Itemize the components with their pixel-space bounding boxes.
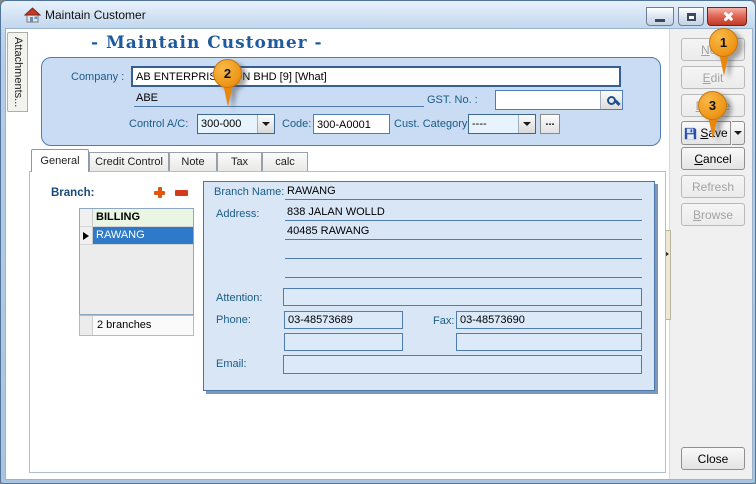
attention-label: Attention: bbox=[216, 292, 262, 304]
control-ac-dropdown-button[interactable] bbox=[257, 115, 274, 133]
save-icon bbox=[684, 127, 697, 140]
fax-input[interactable]: 03-48573690 bbox=[456, 311, 642, 329]
address-label: Address: bbox=[216, 208, 259, 220]
short-code-input[interactable]: ABE bbox=[134, 91, 424, 107]
phone-input[interactable]: 03-48573689 bbox=[284, 311, 403, 329]
cust-category-dropdown-button[interactable] bbox=[518, 115, 535, 133]
chevron-down-icon bbox=[262, 122, 270, 126]
company-input[interactable]: AB ENTERPRISE SDN BHD [9] [What] bbox=[131, 66, 621, 87]
minimize-button[interactable] bbox=[646, 7, 674, 26]
fax-label: Fax: bbox=[433, 315, 454, 327]
row-gutter bbox=[80, 209, 93, 226]
code-input[interactable]: 300-A0001 bbox=[313, 114, 390, 134]
address-line-3-input[interactable] bbox=[285, 243, 642, 259]
current-row-icon bbox=[83, 232, 89, 240]
cust-category-combo[interactable]: ---- bbox=[468, 114, 536, 134]
browse-button[interactable]: Browse bbox=[681, 203, 745, 226]
save-options-button[interactable] bbox=[732, 121, 745, 145]
phone-label: Phone: bbox=[216, 314, 251, 326]
marker-number: 3 bbox=[698, 91, 727, 120]
window-title: Maintain Customer bbox=[45, 8, 146, 22]
app-icon bbox=[24, 7, 41, 23]
branch-count: 2 branches bbox=[93, 316, 193, 335]
cust-category-label: Cust. Category: bbox=[394, 118, 470, 130]
maintain-customer-window: Maintain Customer Attachments... - Maint… bbox=[0, 0, 756, 484]
control-ac-label: Control A/C: bbox=[129, 118, 188, 130]
minus-icon bbox=[175, 190, 188, 196]
tab-tax[interactable]: Tax bbox=[217, 152, 262, 171]
attachments-tab[interactable]: Attachments... bbox=[7, 32, 28, 112]
attention-input[interactable] bbox=[283, 288, 642, 306]
search-icon bbox=[607, 96, 616, 105]
remove-branch-button[interactable] bbox=[175, 186, 188, 199]
chevron-down-icon bbox=[523, 122, 531, 126]
email-input[interactable] bbox=[283, 355, 642, 374]
branch-label: Branch: bbox=[51, 187, 94, 199]
company-label: Company : bbox=[71, 71, 124, 83]
branch-row-rawang[interactable]: RAWANG bbox=[80, 227, 193, 245]
gst-label: GST. No. : bbox=[427, 94, 478, 106]
row-gutter bbox=[80, 227, 93, 244]
branch-name-input[interactable]: RAWANG bbox=[285, 184, 642, 200]
branch-count-bar: 2 branches bbox=[79, 315, 194, 336]
tab-calc[interactable]: calc bbox=[262, 152, 308, 171]
add-branch-button[interactable] bbox=[153, 186, 166, 199]
code-label: Code: bbox=[282, 118, 311, 130]
cust-category-browse-button[interactable]: ... bbox=[540, 114, 560, 134]
tab-general[interactable]: General bbox=[31, 149, 89, 172]
address-line-4-input[interactable] bbox=[285, 262, 642, 278]
gst-search-button[interactable] bbox=[600, 91, 622, 109]
control-ac-combo[interactable]: 300-000 bbox=[197, 114, 275, 134]
address-line-1-input[interactable]: 838 JALAN WOLLD bbox=[285, 205, 642, 221]
branch-row-billing[interactable]: BILLING bbox=[80, 209, 193, 227]
branch-list[interactable]: BILLING RAWANG bbox=[79, 208, 194, 315]
refresh-button[interactable]: Refresh bbox=[681, 175, 745, 198]
fax2-input[interactable] bbox=[456, 333, 642, 351]
cancel-button[interactable]: Cancel bbox=[681, 147, 745, 170]
close-window-button[interactable] bbox=[707, 7, 747, 26]
annotation-marker-2: 2 bbox=[213, 59, 243, 107]
address-line-2-input[interactable]: 40485 RAWANG bbox=[285, 224, 642, 240]
close-button[interactable]: Close bbox=[681, 447, 745, 470]
chevron-down-icon bbox=[734, 131, 742, 135]
annotation-marker-1: 1 bbox=[709, 28, 739, 76]
phone2-input[interactable] bbox=[284, 333, 403, 351]
maximize-icon bbox=[687, 13, 696, 21]
branch-name-label: Branch Name: bbox=[214, 186, 284, 198]
marker-number: 1 bbox=[709, 28, 738, 57]
marker-number: 2 bbox=[213, 59, 242, 88]
page-title: - Maintain Customer - bbox=[91, 33, 323, 53]
minimize-icon bbox=[655, 19, 665, 22]
gst-input[interactable] bbox=[495, 90, 623, 110]
maximize-button[interactable] bbox=[678, 7, 704, 26]
annotation-marker-3: 3 bbox=[698, 91, 728, 139]
tab-note[interactable]: Note bbox=[169, 152, 217, 171]
close-icon bbox=[722, 11, 733, 22]
email-label: Email: bbox=[216, 358, 247, 370]
tab-credit-control[interactable]: Credit Control bbox=[89, 152, 169, 171]
